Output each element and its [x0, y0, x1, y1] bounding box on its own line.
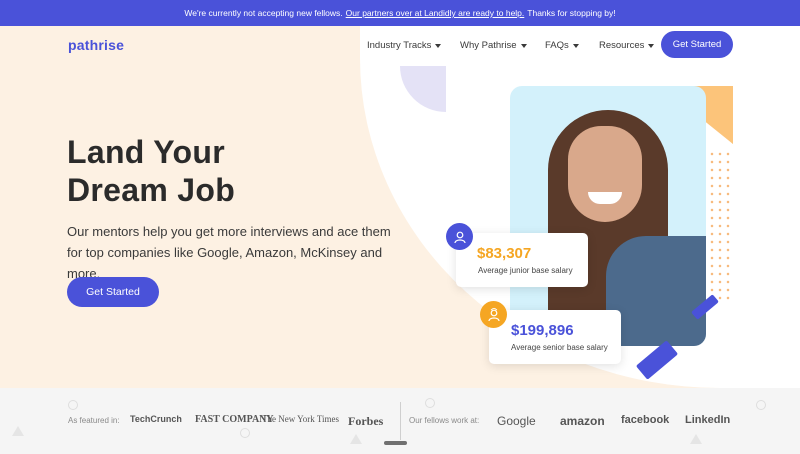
- linkedin-logo: LinkedIn: [685, 414, 731, 426]
- triangle-decoration: [350, 434, 362, 444]
- facebook-logo: facebook: [621, 414, 670, 426]
- nav-label: Resources: [599, 40, 645, 51]
- photo-shirt: [606, 236, 706, 346]
- junior-salary-card: $83,307 Average junior base salary: [456, 233, 588, 287]
- circle-decoration: [756, 400, 766, 410]
- headline-line-1: Land Your: [67, 134, 225, 170]
- nav-label: FAQs: [545, 40, 569, 51]
- techcrunch-logo: TechCrunch: [130, 414, 182, 424]
- nav-label: Why Pathrise: [460, 40, 517, 51]
- hero-get-started-button[interactable]: Get Started: [67, 277, 159, 307]
- chevron-down-icon: [435, 43, 442, 48]
- hero-subcopy: Our mentors help you get more interviews…: [67, 224, 391, 281]
- senior-salary-label: Average senior base salary: [511, 343, 608, 352]
- triangle-decoration: [12, 426, 24, 436]
- chevron-down-icon: [648, 43, 655, 48]
- dot-grid-decoration: [708, 150, 732, 300]
- fellows-work-at-label: Our fellows work at:: [409, 416, 480, 425]
- triangle-decoration: [690, 434, 702, 444]
- nav-why-pathrise[interactable]: Why Pathrise: [460, 40, 527, 51]
- circle-decoration: [68, 400, 78, 410]
- amazon-logo: amazon: [560, 414, 605, 428]
- featured-in-label: As featured in:: [68, 416, 120, 425]
- banner-link[interactable]: Our partners over at Landidly are ready …: [346, 8, 525, 18]
- nav-resources[interactable]: Resources: [599, 40, 655, 51]
- hero-headline: Land Your Dream Job: [67, 133, 235, 209]
- junior-salary-amount: $83,307: [477, 245, 532, 262]
- senior-salary-card: $199,896 Average senior base salary: [489, 310, 621, 364]
- google-logo: Google: [497, 414, 536, 428]
- lavender-semicircle-decoration: [400, 66, 446, 112]
- junior-user-icon: [446, 223, 473, 250]
- chevron-down-icon: [572, 43, 579, 48]
- pathrise-logo[interactable]: pathrise: [68, 37, 124, 53]
- junior-salary-label: Average junior base salary: [478, 266, 573, 275]
- senior-salary-amount: $199,896: [511, 322, 574, 339]
- circle-decoration: [425, 398, 435, 408]
- banner-text: We're currently not accepting new fellow…: [184, 8, 343, 18]
- senior-user-icon: [480, 301, 507, 328]
- circle-decoration: [240, 428, 250, 438]
- banner-text-end: Thanks for stopping by!: [527, 8, 616, 18]
- nav-industry-tracks[interactable]: Industry Tracks: [367, 40, 442, 51]
- nav-label: Industry Tracks: [367, 40, 432, 51]
- press-divider: [400, 402, 401, 440]
- nav-get-started-button[interactable]: Get Started: [661, 31, 733, 58]
- chevron-down-icon: [520, 43, 527, 48]
- headline-line-2: Dream Job: [67, 172, 236, 208]
- photo-face: [568, 126, 642, 222]
- nav-faqs[interactable]: FAQs: [545, 40, 579, 51]
- forbes-logo: Forbes: [348, 414, 384, 428]
- nyt-logo: The New York Times: [262, 414, 340, 424]
- announcement-banner: We're currently not accepting new fellow…: [0, 0, 800, 26]
- top-navigation: pathrise Industry Tracks Why Pathrise FA…: [0, 26, 800, 64]
- scroll-indicator[interactable]: [384, 441, 407, 445]
- hero-photo: [510, 86, 706, 346]
